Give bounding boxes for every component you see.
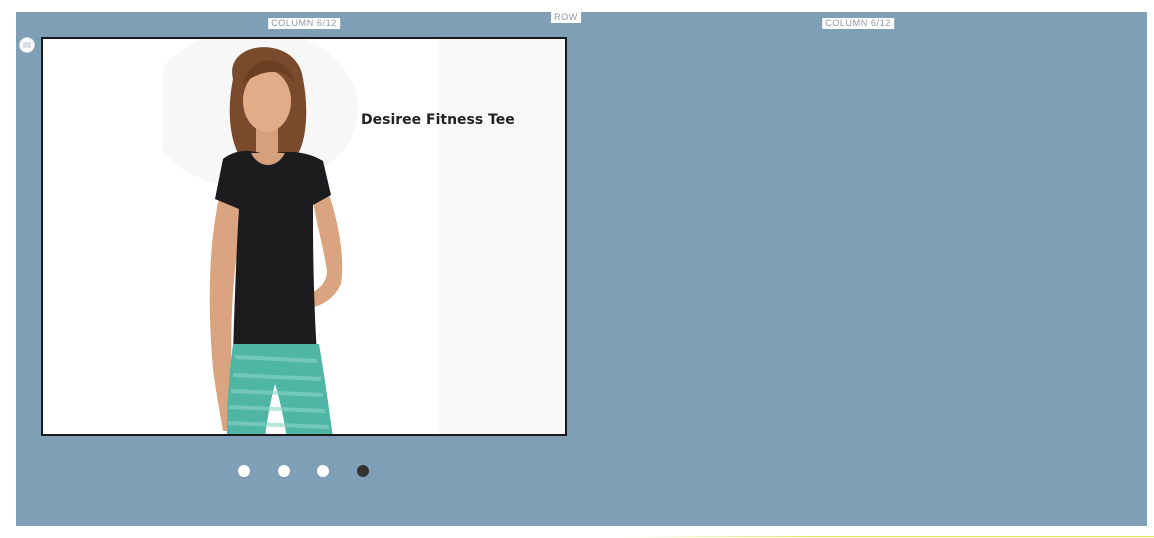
drag-handle-icon[interactable]: [19, 37, 35, 53]
bottom-divider: [620, 536, 1154, 537]
row-block[interactable]: ROW COLUMN 6/12 COLUMN 6/12 Desiree Fitn…: [16, 12, 1147, 526]
product-slide[interactable]: Desiree Fitness Tee: [41, 37, 567, 436]
page-builder-canvas: ROW COLUMN 6/12 COLUMN 6/12 Desiree Fitn…: [0, 0, 1154, 538]
column-2-label: COLUMN 6/12: [822, 18, 894, 29]
slider-dot-2[interactable]: [278, 465, 290, 477]
slider-dot-3[interactable]: [317, 465, 329, 477]
slide-background: [439, 39, 565, 434]
slider-dot-1[interactable]: [238, 465, 250, 477]
row-label: ROW: [551, 12, 581, 23]
slide-title: Desiree Fitness Tee: [361, 112, 515, 128]
slider-dot-4[interactable]: [357, 465, 369, 477]
column-1-label: COLUMN 6/12: [268, 18, 340, 29]
product-photo: [163, 39, 358, 434]
